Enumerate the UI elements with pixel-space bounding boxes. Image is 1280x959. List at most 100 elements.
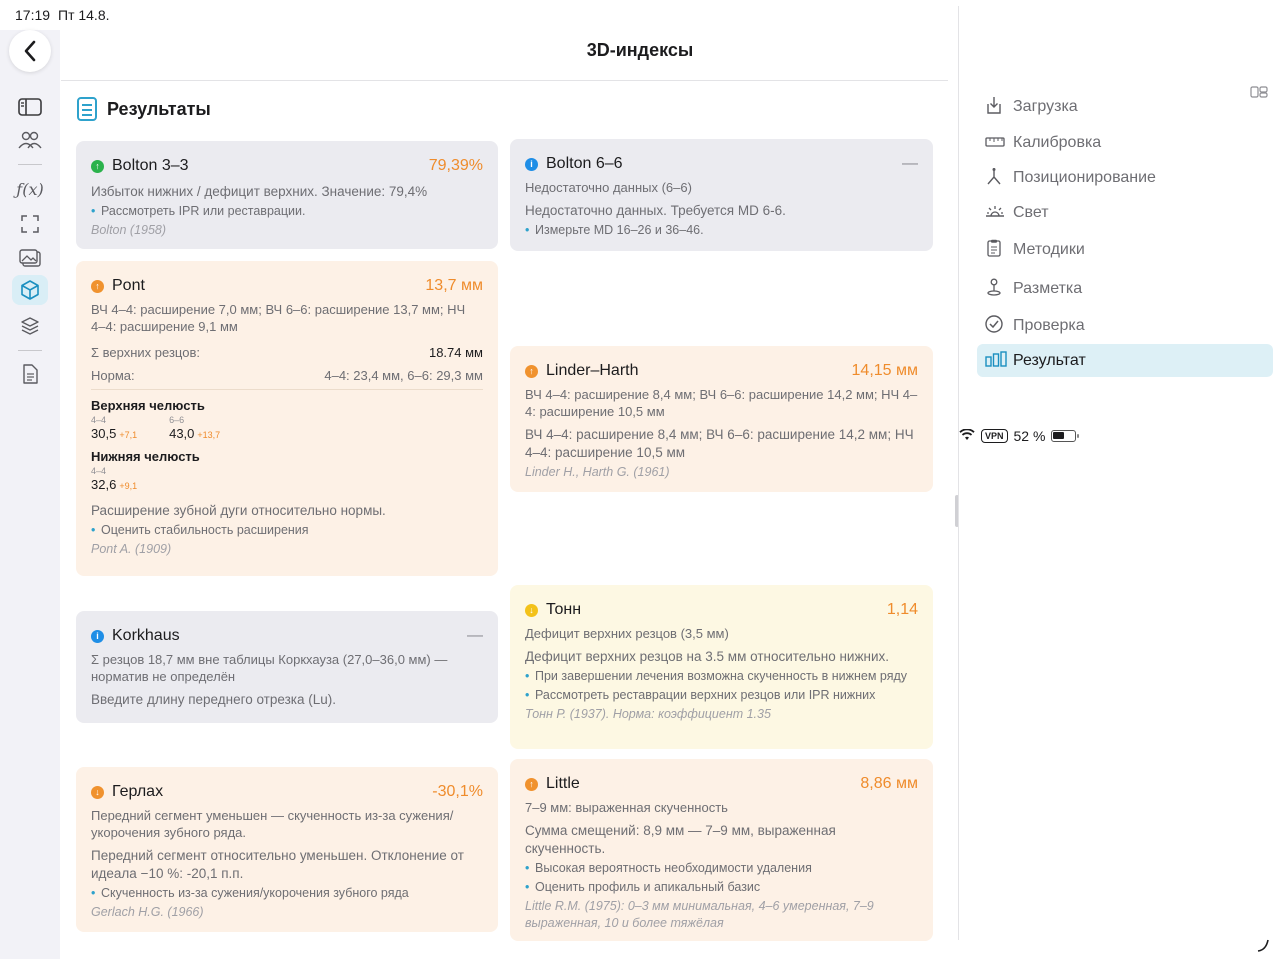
card-subtitle: Дефицит верхних резцов (3,5 мм) bbox=[525, 626, 729, 641]
info-icon: i bbox=[525, 157, 538, 171]
chevron-left-icon bbox=[24, 40, 36, 62]
card-value: — bbox=[467, 627, 483, 644]
sum-value: 18.74 мм bbox=[428, 345, 483, 360]
nav-item-calibration[interactable]: Калибровка bbox=[977, 126, 1273, 159]
card-title: Тонн bbox=[546, 601, 582, 618]
nav-item-markup[interactable]: Разметка bbox=[977, 272, 1273, 305]
arrow-up-icon: ↑ bbox=[525, 777, 538, 791]
jaw-measure: 4–4 30,5 +7,1 bbox=[91, 415, 138, 441]
pin-icon bbox=[985, 278, 1003, 300]
report-icon[interactable] bbox=[12, 359, 48, 389]
nav-item-check[interactable]: Проверка bbox=[977, 309, 1273, 342]
nav-item-light[interactable]: Свет bbox=[977, 196, 1273, 229]
card-reference: Тонн Р. (1937). Норма: коэффициент 1.35 bbox=[525, 707, 771, 721]
nav-item-label: Результат bbox=[1013, 351, 1086, 369]
nav-item-label: Калибровка bbox=[1013, 133, 1102, 151]
nav-item-label: Разметка bbox=[1013, 279, 1083, 297]
card-bolton-6-6[interactable]: i Bolton 6–6 — Недостаточно данных (6–6) … bbox=[510, 139, 933, 251]
arrow-down-icon: ↓ bbox=[91, 785, 104, 799]
back-button[interactable] bbox=[9, 30, 51, 72]
nav-item-upload[interactable]: Загрузка bbox=[977, 90, 1273, 123]
nav-item-positioning[interactable]: Позиционирование bbox=[977, 161, 1273, 194]
card-body: Сумма смещений: 8,9 мм — 7–9 мм, выражен… bbox=[525, 823, 836, 856]
card-value: 8,86 мм bbox=[860, 775, 918, 792]
results-panel: Результаты ↑ Bolton 3–3 79,39% Избыток ни… bbox=[61, 80, 948, 941]
nav-item-methods[interactable]: Методики bbox=[977, 233, 1273, 266]
norm-value: 4–4: 23,4 мм, 6–6: 29,3 мм bbox=[324, 368, 483, 383]
sidebar-toggle-icon[interactable] bbox=[12, 92, 48, 122]
card-body: ВЧ 4–4: расширение 8,4 мм; ВЧ 6–6: расши… bbox=[525, 427, 914, 460]
download-icon bbox=[985, 96, 1003, 118]
card-value: 79,39% bbox=[428, 157, 483, 174]
card-tonn[interactable]: ↓ Тонн 1,14 Дефицит верхних резцов (3,5 м… bbox=[510, 585, 933, 749]
card-body: Передний сегмент относительно уменьшен. … bbox=[91, 848, 464, 881]
axes-icon bbox=[985, 167, 1003, 189]
card-title: Герлах bbox=[112, 783, 164, 800]
card-value: -30,1% bbox=[432, 783, 483, 800]
sum-row: Σ верхних резцов: 18.74 мм bbox=[91, 345, 483, 360]
sum-label: Σ верхних резцов: bbox=[91, 345, 200, 360]
upper-jaw-values: 4–4 30,5 +7,1 6–6 43,0 +13,7 bbox=[91, 415, 483, 441]
norm-label: Норма: bbox=[91, 368, 135, 383]
ruler-icon bbox=[985, 134, 1005, 151]
bar-chart-icon bbox=[985, 350, 1007, 371]
card-recommendation: Высокая вероятность необходимости удален… bbox=[525, 860, 918, 877]
status-bar: 17:19 Пт 14.8. VPN 52 % bbox=[0, 0, 1280, 866]
card-recommendation: При завершении лечения возможна скученно… bbox=[525, 668, 918, 685]
info-icon: i bbox=[91, 629, 104, 643]
card-reference: Linder H., Harth G. (1961) bbox=[525, 465, 670, 479]
card-summary: Избыток нижних / дефицит верхних. Значен… bbox=[91, 184, 428, 199]
arrow-up-icon: ↑ bbox=[91, 279, 104, 293]
card-value: 13,7 мм bbox=[425, 277, 483, 294]
page-title: 3D-индексы bbox=[586, 40, 694, 60]
arrow-up-icon: ↑ bbox=[91, 159, 104, 173]
arrow-up-icon: ↑ bbox=[525, 364, 538, 378]
clipboard-icon bbox=[985, 239, 1003, 261]
card-reference: Gerlach H.G. (1966) bbox=[91, 905, 204, 919]
nav-item-label: Свет bbox=[1013, 203, 1049, 221]
card-title: Pont bbox=[112, 277, 145, 294]
card-pont[interactable]: ↑ Pont 13,7 мм ВЧ 4–4: расширение 7,0 мм;… bbox=[76, 261, 498, 576]
card-subtitle: Недостаточно данных (6–6) bbox=[525, 180, 692, 195]
card-little[interactable]: ↑ Little 8,86 мм 7–9 мм: выраженная скуче… bbox=[510, 759, 933, 941]
card-recommendation: Скученность из-за сужения/укорочения зуб… bbox=[91, 885, 483, 902]
card-subtitle: Σ резцов 18,7 мм вне таблицы Коркхауза (… bbox=[91, 652, 448, 684]
check-circle-icon bbox=[985, 314, 1003, 337]
card-bolton-3-3[interactable]: ↑ Bolton 3–3 79,39% Избыток нижних / дефи… bbox=[76, 141, 498, 249]
upper-jaw-title: Верхняя челюсть bbox=[91, 398, 205, 413]
nav-item-label: Позиционирование bbox=[1013, 168, 1156, 186]
arrow-down-icon: ↓ bbox=[525, 603, 538, 617]
lower-jaw-values: 4–4 32,6 +9,1 bbox=[91, 466, 483, 492]
results-header: Результаты bbox=[77, 97, 211, 121]
nav-item-label: Загрузка bbox=[1013, 97, 1078, 115]
card-recommendation: Оценить профиль и апикальный базис bbox=[525, 879, 918, 896]
photos-icon[interactable] bbox=[12, 243, 48, 273]
nav-item-result[interactable]: Результат bbox=[977, 344, 1273, 377]
card-title: Korkhaus bbox=[112, 627, 180, 644]
patients-icon[interactable] bbox=[12, 125, 48, 155]
function-icon[interactable]: ƒ(x) bbox=[12, 174, 48, 204]
card-gerlach[interactable]: ↓ Герлах -30,1% Передний сегмент уменьшен… bbox=[76, 767, 498, 932]
status-date: Пт 14.8. bbox=[58, 7, 110, 23]
lower-jaw-title: Нижняя челюсть bbox=[91, 449, 200, 464]
scan-frame-icon[interactable] bbox=[12, 209, 48, 239]
card-title: Linder–Harth bbox=[546, 362, 639, 379]
card-value: 1,14 bbox=[886, 601, 918, 618]
card-recommendation: Рассмотреть IPR или реставрации. bbox=[91, 203, 483, 220]
layers-icon[interactable] bbox=[12, 311, 48, 341]
card-linder-harth[interactable]: ↑ Linder–Harth 14,15 мм ВЧ 4–4: расширени… bbox=[510, 346, 933, 492]
3d-cube-icon[interactable] bbox=[12, 275, 48, 305]
resize-corner-icon[interactable] bbox=[1256, 938, 1270, 955]
card-korkhaus[interactable]: i Korkhaus — Σ резцов 18,7 мм вне таблицы… bbox=[76, 611, 498, 723]
left-rail: ƒ(x) bbox=[0, 30, 60, 959]
card-subtitle: ВЧ 4–4: расширение 8,4 мм; ВЧ 6–6: расши… bbox=[525, 387, 918, 419]
card-reference: Little R.M. (1975): 0–3 мм минимальная, … bbox=[525, 899, 874, 930]
card-subtitle: ВЧ 4–4: расширение 7,0 мм; ВЧ 6–6: расши… bbox=[91, 302, 466, 334]
card-body: Введите длину переднего отрезка (Lu). bbox=[91, 692, 336, 707]
card-body: Расширение зубной дуги относительно норм… bbox=[91, 503, 386, 518]
card-body: Дефицит верхних резцов на 3.5 мм относит… bbox=[525, 649, 889, 664]
card-subtitle: 7–9 мм: выраженная скученность bbox=[525, 800, 728, 815]
jaw-measure: 4–4 32,6 +9,1 bbox=[91, 466, 138, 492]
card-body: Недостаточно данных. Требуется MD 6-6. bbox=[525, 203, 786, 218]
card-recommendation: Измерьте MD 16–26 и 36–46. bbox=[525, 222, 918, 239]
